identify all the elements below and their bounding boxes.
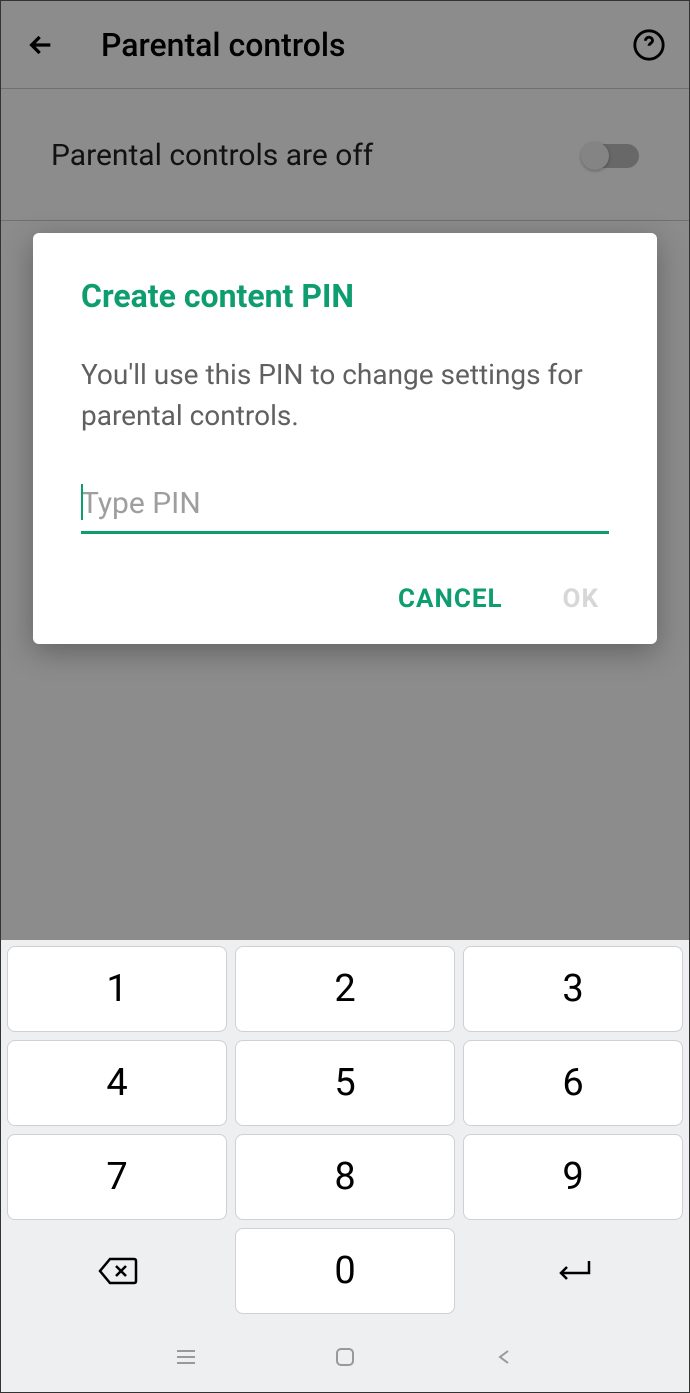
pin-input-wrap bbox=[81, 476, 609, 534]
enter-icon bbox=[553, 1257, 593, 1285]
key-9[interactable]: 9 bbox=[463, 1134, 683, 1220]
recents-icon[interactable] bbox=[171, 1342, 201, 1372]
input-cursor bbox=[81, 484, 83, 520]
cancel-button[interactable]: CANCEL bbox=[398, 584, 503, 614]
key-5[interactable]: 5 bbox=[235, 1040, 455, 1126]
dialog-actions: CANCEL OK bbox=[81, 584, 609, 614]
key-4[interactable]: 4 bbox=[7, 1040, 227, 1126]
key-1[interactable]: 1 bbox=[7, 946, 227, 1032]
pin-input[interactable] bbox=[81, 476, 609, 534]
backspace-key[interactable] bbox=[7, 1228, 227, 1314]
backspace-icon bbox=[96, 1255, 138, 1287]
key-7[interactable]: 7 bbox=[7, 1134, 227, 1220]
dialog-body: You'll use this PIN to change settings f… bbox=[81, 355, 609, 436]
key-6[interactable]: 6 bbox=[463, 1040, 683, 1126]
key-8[interactable]: 8 bbox=[235, 1134, 455, 1220]
home-icon[interactable] bbox=[330, 1342, 360, 1372]
create-pin-dialog: Create content PIN You'll use this PIN t… bbox=[33, 233, 657, 644]
system-navbar bbox=[7, 1322, 683, 1392]
back-nav-icon[interactable] bbox=[489, 1342, 519, 1372]
enter-key[interactable] bbox=[463, 1228, 683, 1314]
key-0[interactable]: 0 bbox=[235, 1228, 455, 1314]
dialog-title: Create content PIN bbox=[81, 277, 609, 315]
numeric-keyboard: 1 2 3 4 5 6 7 8 9 0 bbox=[1, 940, 689, 1392]
key-2[interactable]: 2 bbox=[235, 946, 455, 1032]
key-3[interactable]: 3 bbox=[463, 946, 683, 1032]
ok-button[interactable]: OK bbox=[563, 584, 599, 614]
